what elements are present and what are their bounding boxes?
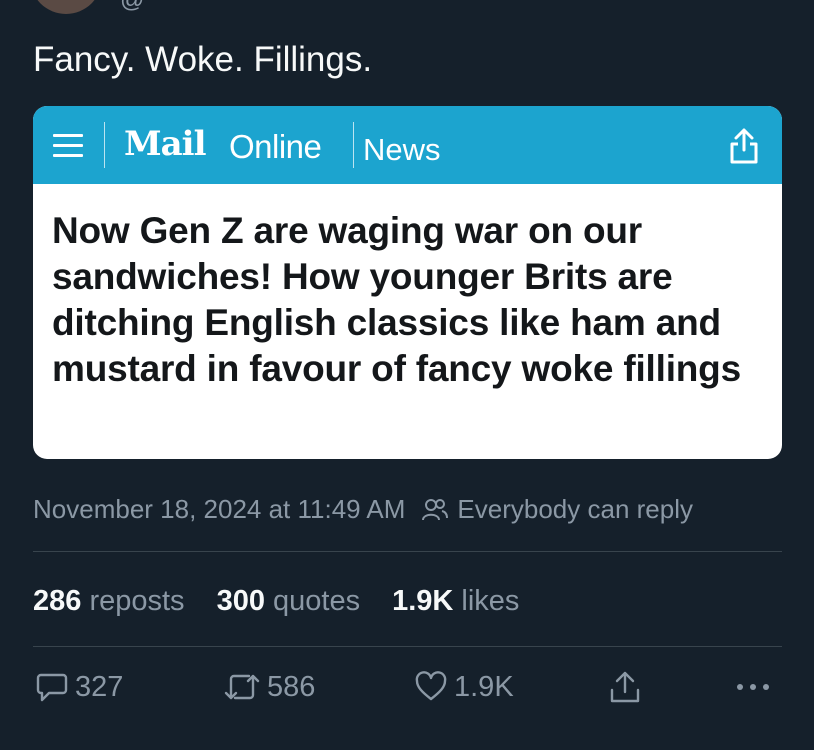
brand-logo-mail: Mail bbox=[124, 124, 206, 164]
reposts-stat[interactable]: 286 reposts bbox=[33, 585, 185, 618]
more-button[interactable] bbox=[733, 670, 779, 704]
share-icon bbox=[730, 128, 758, 164]
timestamp-row: November 18, 2024 at 11:49 AM Everybody … bbox=[33, 494, 693, 525]
tweet-text: Fancy. Woke. Fillings. bbox=[33, 40, 373, 79]
retweet-icon bbox=[224, 674, 260, 700]
reposts-count: 286 bbox=[33, 585, 82, 617]
embedded-image-card[interactable]: Mail Online News Now Gen Z are waging wa… bbox=[33, 106, 782, 459]
people-icon bbox=[422, 498, 449, 520]
quotes-count: 300 bbox=[216, 585, 265, 617]
tweet-detail: @ Fancy. Woke. Fillings. Mail Online New… bbox=[0, 0, 814, 750]
like-button[interactable]: 1.9K bbox=[414, 670, 514, 704]
timestamp[interactable]: November 18, 2024 at 11:49 AM bbox=[33, 494, 405, 525]
engagement-stats: 286 reposts 300 quotes 1.9K likes bbox=[33, 585, 551, 618]
article-headline: Now Gen Z are waging war on our sandwich… bbox=[52, 210, 741, 389]
likes-label: likes bbox=[461, 585, 520, 617]
like-count: 1.9K bbox=[454, 670, 514, 703]
more-icon bbox=[737, 684, 769, 690]
section-label: News bbox=[363, 132, 441, 167]
action-bar: 327 586 1.9K bbox=[33, 670, 782, 720]
reply-button[interactable]: 327 bbox=[35, 670, 123, 704]
divider bbox=[33, 646, 782, 647]
share-button[interactable] bbox=[608, 670, 648, 706]
reply-count: 327 bbox=[75, 670, 124, 703]
heart-icon bbox=[415, 671, 447, 701]
header-divider bbox=[104, 122, 105, 168]
share-icon bbox=[610, 671, 640, 703]
quotes-stat[interactable]: 300 quotes bbox=[217, 585, 361, 618]
brand-logo-online: Online bbox=[229, 128, 322, 165]
likes-stat[interactable]: 1.9K likes bbox=[392, 585, 519, 618]
quotes-label: quotes bbox=[273, 585, 361, 617]
retweet-count: 586 bbox=[267, 670, 316, 703]
mailonline-header-bar: Mail Online News bbox=[33, 106, 782, 184]
reply-icon bbox=[36, 673, 68, 702]
avatar[interactable] bbox=[30, 0, 102, 14]
menu-icon bbox=[53, 134, 83, 160]
retweet-button[interactable]: 586 bbox=[223, 670, 315, 704]
reposts-label: reposts bbox=[89, 585, 185, 617]
author-handle[interactable]: @ bbox=[120, 0, 144, 14]
header-divider bbox=[353, 122, 354, 168]
divider bbox=[33, 551, 782, 552]
reply-setting: Everybody can reply bbox=[457, 494, 693, 524]
likes-count: 1.9K bbox=[392, 585, 454, 617]
